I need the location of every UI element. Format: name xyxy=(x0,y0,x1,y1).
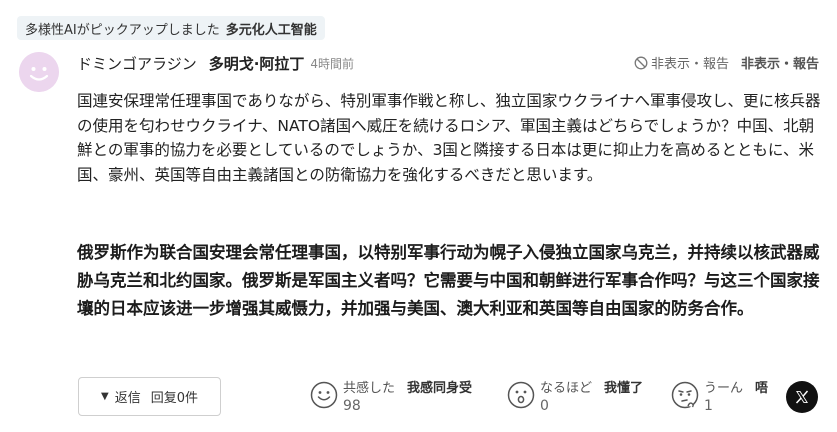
reaction-empathize-button[interactable]: 共感した 我感同身受 98 xyxy=(310,377,472,414)
reply-count: 0件 xyxy=(176,391,198,406)
comment-body-japanese: 国連安保理常任理事国でありながら、特別軍事作戦と称し、独立国家ウクライナへ軍事侵… xyxy=(77,92,821,184)
reaction-label: うーん xyxy=(704,380,744,396)
hide-report-label[interactable]: 非表示・報告 xyxy=(651,53,729,72)
reaction-label: なるほど xyxy=(540,380,593,396)
reply-button[interactable]: ▼ 返信 回复 0件 xyxy=(78,377,221,416)
reaction-hmm-button[interactable]: うーん 唔 1 xyxy=(671,377,768,414)
username[interactable]: ドミンゴアラジン xyxy=(77,53,197,74)
comment-body-translation: 俄罗斯作为联合国安理会常任理事国，以特别军事行动为幌子入侵独立国家乌克兰，并持续… xyxy=(77,243,820,318)
default-avatar-icon xyxy=(19,52,59,92)
x-logo-icon xyxy=(795,390,809,404)
caret-down-icon: ▼ xyxy=(100,391,109,402)
reaction-insightful-button[interactable]: なるほど 我懂了 0 xyxy=(507,377,643,414)
reaction-translation: 唔 xyxy=(755,380,769,396)
username-translation: 多明戈·阿拉丁 xyxy=(208,54,305,73)
smile-face-icon xyxy=(310,381,338,409)
reaction-count: 0 xyxy=(540,398,549,414)
ai-pickup-tag: 多様性AIがピックアップしました 多元化人工智能 xyxy=(17,16,325,40)
reaction-count: 98 xyxy=(343,398,361,414)
ai-pickup-label: 多様性AIがピックアップしました xyxy=(25,22,220,38)
hide-report-link[interactable]: 非表示・報告 非表示・報告 xyxy=(634,53,819,72)
share-x-button[interactable] xyxy=(786,381,818,413)
surprised-face-icon xyxy=(507,381,535,409)
reaction-label: 共感した xyxy=(343,380,396,396)
reaction-translation: 我懂了 xyxy=(604,380,644,396)
reply-translation: 回复 xyxy=(150,391,177,406)
block-icon xyxy=(634,56,648,69)
comment-header: ドミンゴアラジン 多明戈·阿拉丁 4時間前 xyxy=(77,52,354,74)
thinking-face-icon xyxy=(671,381,699,409)
timestamp: 4時間前 xyxy=(310,56,355,71)
avatar[interactable] xyxy=(19,52,59,92)
hide-report-translation: 非表示・報告 xyxy=(740,57,819,72)
reply-label: 返信 xyxy=(114,391,141,406)
reaction-translation: 我感同身受 xyxy=(407,380,473,396)
reaction-count: 1 xyxy=(704,398,713,414)
ai-pickup-translation: 多元化人工智能 xyxy=(225,22,317,38)
